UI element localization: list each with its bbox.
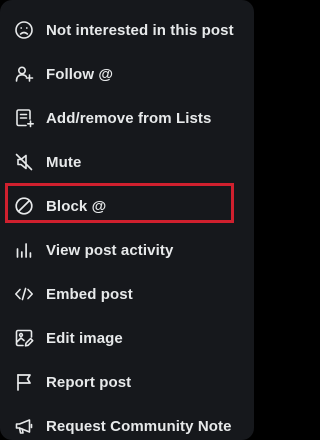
menu-item-mute[interactable]: Mute <box>0 140 254 184</box>
menu-item-post-activity[interactable]: View post activity <box>0 228 254 272</box>
follow-user-icon <box>14 64 34 84</box>
analytics-bars-icon <box>14 240 34 260</box>
edit-image-icon <box>14 328 34 348</box>
menu-item-label: Not interested in this post <box>46 21 234 39</box>
menu-item-label: View post activity <box>46 241 174 259</box>
menu-item-label: Follow @ <box>46 65 114 83</box>
menu-item-not-interested[interactable]: Not interested in this post <box>0 8 254 52</box>
menu-item-follow[interactable]: Follow @ <box>0 52 254 96</box>
megaphone-icon <box>14 416 34 436</box>
post-options-menu: Not interested in this post Follow @ Add… <box>0 0 254 440</box>
block-icon <box>14 196 34 216</box>
menu-item-block[interactable]: Block @ <box>0 184 254 228</box>
menu-item-lists[interactable]: Add/remove from Lists <box>0 96 254 140</box>
menu-item-label: Request Community Note <box>46 417 232 435</box>
flag-icon <box>14 372 34 392</box>
menu-item-community-note[interactable]: Request Community Note <box>0 404 254 440</box>
mute-speaker-icon <box>14 152 34 172</box>
list-icon <box>14 108 34 128</box>
sad-face-icon <box>14 20 34 40</box>
code-brackets-icon <box>14 284 34 304</box>
menu-item-report[interactable]: Report post <box>0 360 254 404</box>
menu-item-label: Edit image <box>46 329 123 347</box>
menu-item-label: Mute <box>46 153 82 171</box>
menu-item-label: Add/remove from Lists <box>46 109 212 127</box>
menu-item-edit-image[interactable]: Edit image <box>0 316 254 360</box>
menu-item-label: Report post <box>46 373 132 391</box>
menu-item-embed[interactable]: Embed post <box>0 272 254 316</box>
menu-item-label: Block @ <box>46 197 107 215</box>
menu-item-label: Embed post <box>46 285 133 303</box>
